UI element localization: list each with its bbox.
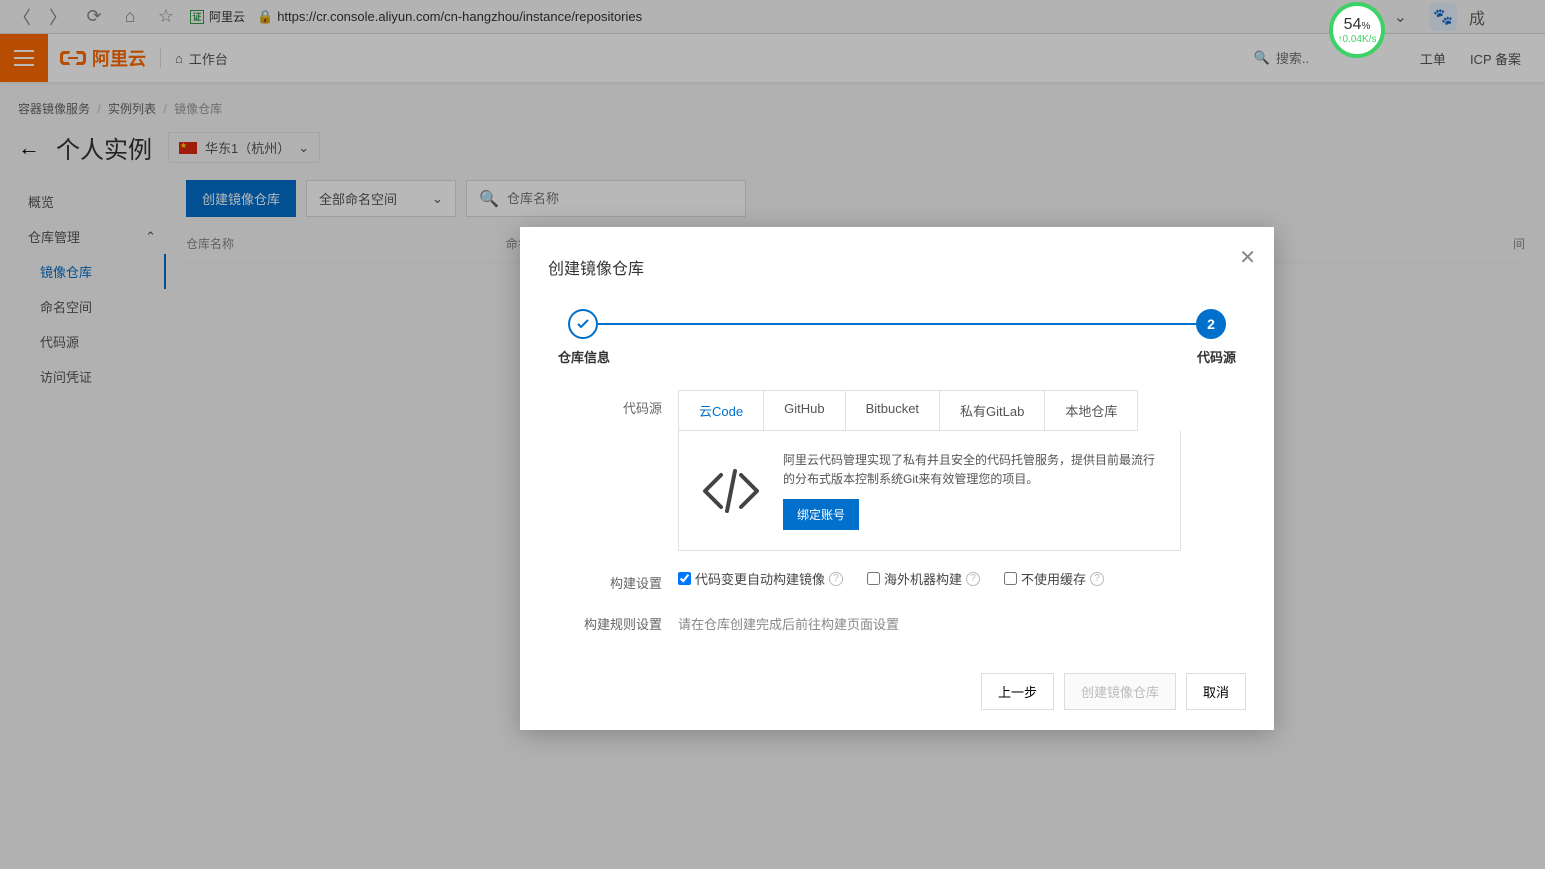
code-icon bbox=[699, 467, 763, 515]
tab-bitbucket[interactable]: Bitbucket bbox=[846, 391, 940, 430]
label-build-settings: 构建设置 bbox=[548, 565, 678, 592]
create-repo-submit-button: 创建镜像仓库 bbox=[1064, 673, 1176, 710]
tab-github[interactable]: GitHub bbox=[764, 391, 845, 430]
step-2-label: 代码源 bbox=[1197, 347, 1236, 366]
check-no-cache-input[interactable] bbox=[1004, 572, 1017, 585]
check-auto-build-input[interactable] bbox=[678, 572, 691, 585]
help-icon[interactable]: ? bbox=[829, 572, 843, 586]
check-no-cache[interactable]: 不使用缓存 ? bbox=[1004, 569, 1104, 588]
label-build-rules: 构建规则设置 bbox=[548, 606, 678, 633]
step-line bbox=[598, 323, 1196, 325]
build-rules-hint: 请在仓库创建完成后前往构建页面设置 bbox=[678, 606, 1246, 633]
step-labels: 仓库信息 代码源 bbox=[558, 347, 1236, 366]
help-icon[interactable]: ? bbox=[1090, 572, 1104, 586]
code-source-panel: 阿里云代码管理实现了私有并且安全的代码托管服务，提供目前最流行的分布式版本控制系… bbox=[678, 431, 1181, 551]
create-repo-modal: ✕ 创建镜像仓库 2 仓库信息 代码源 代码源 云Code GitHub Bit… bbox=[520, 227, 1274, 730]
tab-private-gitlab[interactable]: 私有GitLab bbox=[940, 391, 1045, 430]
help-icon[interactable]: ? bbox=[966, 572, 980, 586]
prev-step-button[interactable]: 上一步 bbox=[981, 673, 1054, 710]
row-build-settings: 构建设置 代码变更自动构建镜像 ? 海外机器构建 ? 不使用缓存 ? bbox=[548, 565, 1246, 592]
tab-yuncode[interactable]: 云Code bbox=[679, 391, 764, 430]
row-build-rules: 构建规则设置 请在仓库创建完成后前往构建页面设置 bbox=[548, 606, 1246, 633]
bind-account-button[interactable]: 绑定账号 bbox=[783, 499, 859, 530]
cancel-button[interactable]: 取消 bbox=[1186, 673, 1246, 710]
tab-local[interactable]: 本地仓库 bbox=[1045, 391, 1137, 430]
code-source-tabs: 云Code GitHub Bitbucket 私有GitLab 本地仓库 bbox=[678, 390, 1138, 431]
step-2-icon: 2 bbox=[1196, 309, 1226, 339]
panel-desc: 阿里云代码管理实现了私有并且安全的代码托管服务，提供目前最流行的分布式版本控制系… bbox=[783, 451, 1160, 489]
check-oversea-build-input[interactable] bbox=[867, 572, 880, 585]
modal-title: 创建镜像仓库 bbox=[548, 255, 1246, 279]
stepper: 2 bbox=[568, 309, 1226, 339]
check-auto-build[interactable]: 代码变更自动构建镜像 ? bbox=[678, 569, 843, 588]
step-1-label: 仓库信息 bbox=[558, 347, 610, 366]
label-code-source: 代码源 bbox=[548, 390, 678, 551]
row-code-source: 代码源 云Code GitHub Bitbucket 私有GitLab 本地仓库… bbox=[548, 390, 1246, 551]
check-oversea-build[interactable]: 海外机器构建 ? bbox=[867, 569, 980, 588]
close-icon[interactable]: ✕ bbox=[1239, 245, 1256, 270]
speed-badge: 54% ↑0.04K/s bbox=[1329, 2, 1385, 58]
step-1-icon bbox=[568, 309, 598, 339]
modal-footer: 上一步 创建镜像仓库 取消 bbox=[548, 673, 1246, 710]
